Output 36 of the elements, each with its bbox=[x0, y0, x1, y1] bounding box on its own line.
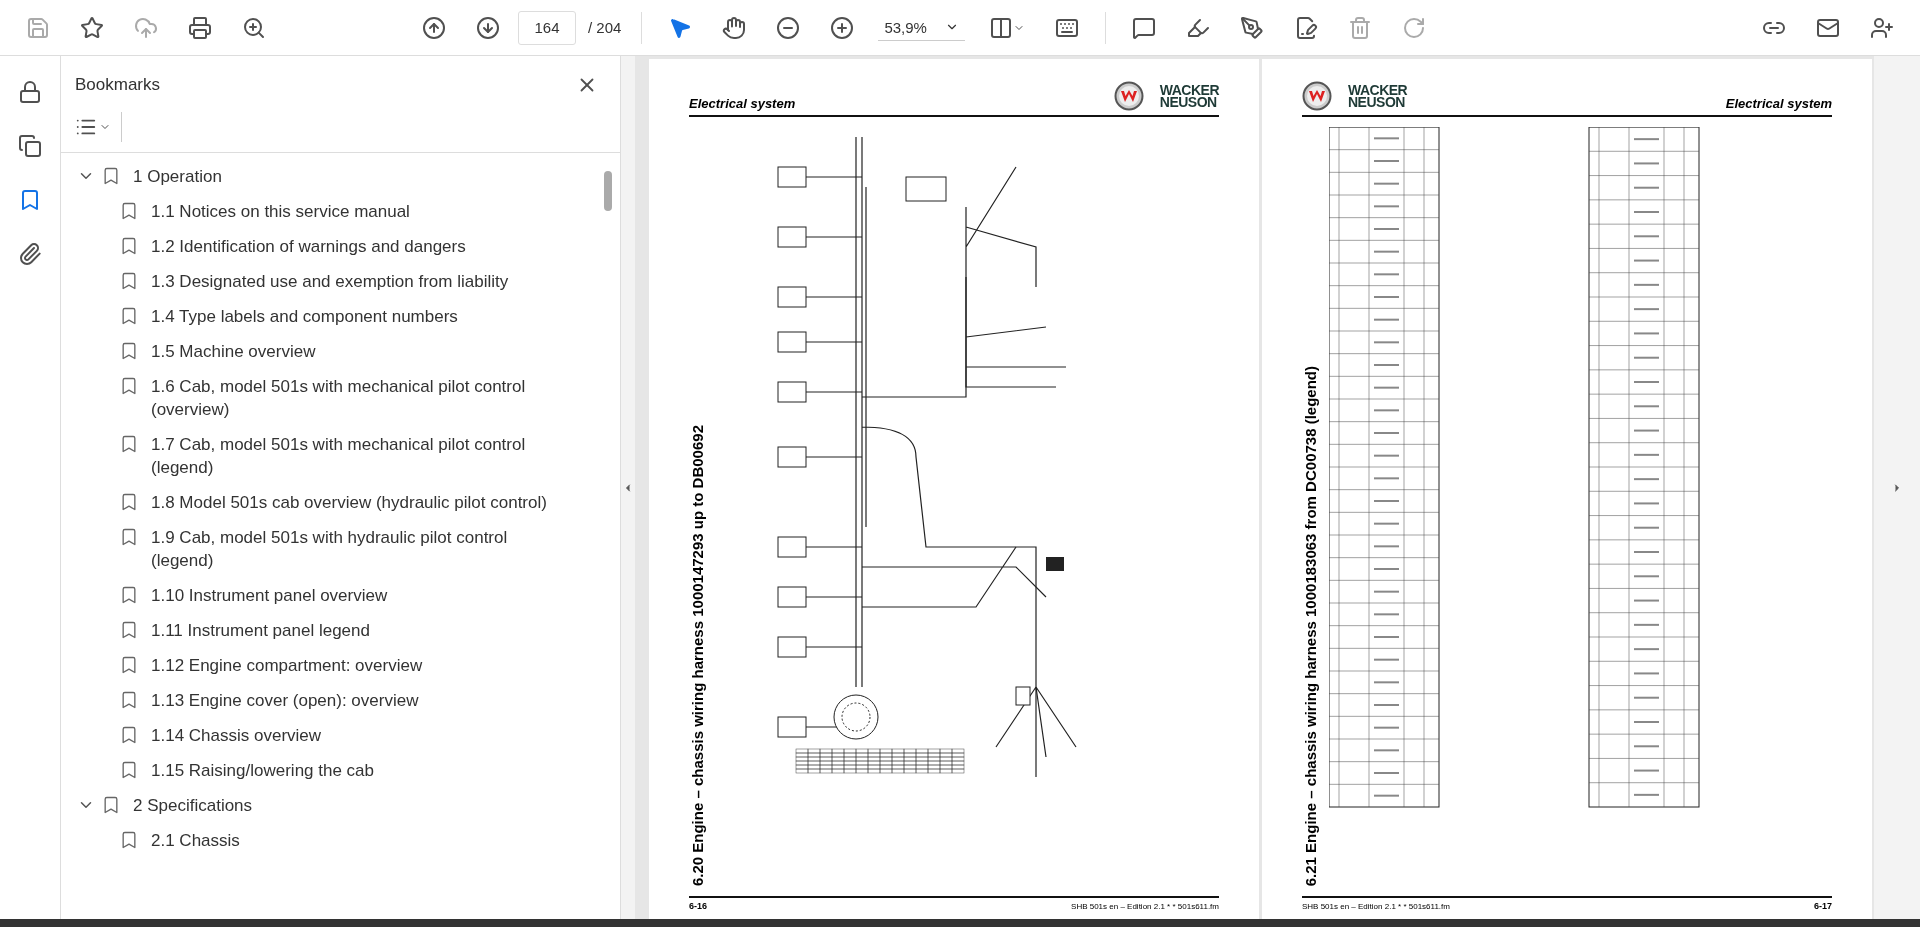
bookmark-item[interactable]: 1 Operation bbox=[133, 165, 222, 188]
brand-logo: WACKER NEUSON bbox=[1348, 84, 1408, 108]
bookmark-item[interactable]: 1.11 Instrument panel legend bbox=[151, 619, 370, 642]
zoom-dropdown[interactable]: 53,9% bbox=[878, 14, 965, 41]
bookmark-item[interactable]: 1.9 Cab, model 501s with hydraulic pilot control (legend) bbox=[151, 526, 561, 572]
bookmark-item[interactable]: 1.12 Engine compartment: overview bbox=[151, 654, 423, 677]
bookmark-item[interactable]: 1.1 Notices on this service manual bbox=[151, 200, 410, 223]
logo-icon bbox=[1302, 81, 1332, 111]
section-title: 6.21 Engine – chassis wiring harness 1000183063 from DC00738 (legend) bbox=[1302, 365, 1319, 886]
bookmark-item[interactable]: 1.13 Engine cover (open): overview bbox=[151, 689, 419, 712]
logo-icon bbox=[1113, 81, 1144, 111]
bookmark-item[interactable]: 1.2 Identification of warnings and dangers bbox=[151, 235, 466, 258]
footer-note: SHB 501s en – Edition 2.1 * * 501s611.fm bbox=[1302, 901, 1450, 911]
panel-title: Bookmarks bbox=[75, 75, 161, 95]
brand-logo: WACKER NEUSON bbox=[1159, 84, 1219, 108]
bookmark-item[interactable]: 1.10 Instrument panel overview bbox=[151, 584, 388, 607]
bookmark-item[interactable]: 1.8 Model 501s cab overview (hydraulic pilot control) bbox=[151, 491, 547, 514]
bookmark-item[interactable]: 1.6 Cab, model 501s with mechanical pilot control (overview) bbox=[151, 375, 561, 421]
page-header: Electrical system bbox=[689, 96, 796, 111]
bookmark-item[interactable]: 1.15 Raising/lowering the cab bbox=[151, 759, 375, 782]
bookmark-item[interactable]: 2 Specifications bbox=[133, 794, 253, 817]
page-header: Electrical system bbox=[1725, 96, 1832, 111]
footer-note: SHB 501s en – Edition 2.1 * * 501s611.fm bbox=[1071, 901, 1219, 911]
bookmark-item[interactable]: 1.4 Type labels and component numbers bbox=[151, 305, 458, 328]
scrollbar-thumb bbox=[604, 171, 612, 211]
page-number: 6-16 bbox=[689, 901, 707, 911]
page-count: / 204 bbox=[588, 19, 622, 36]
bookmark-item[interactable]: 1.14 Chassis overview bbox=[151, 724, 322, 747]
bookmark-item[interactable]: 1.7 Cab, model 501s with mechanical pilot control (legend) bbox=[151, 433, 561, 479]
bookmark-item[interactable]: 1.5 Machine overview bbox=[151, 340, 316, 363]
page-number: 6-17 bbox=[1814, 901, 1832, 911]
page-number-field[interactable]: 164 bbox=[518, 10, 576, 45]
bookmark-item[interactable]: 1.3 Designated use and exemption from liability bbox=[151, 270, 509, 293]
page-layout-icon bbox=[988, 15, 1013, 40]
section-title: 6.20 Engine – chassis wiring harness 1000147293 up to DB00692 bbox=[689, 424, 706, 886]
bookmark-item[interactable]: 2.1 Chassis bbox=[151, 829, 240, 852]
